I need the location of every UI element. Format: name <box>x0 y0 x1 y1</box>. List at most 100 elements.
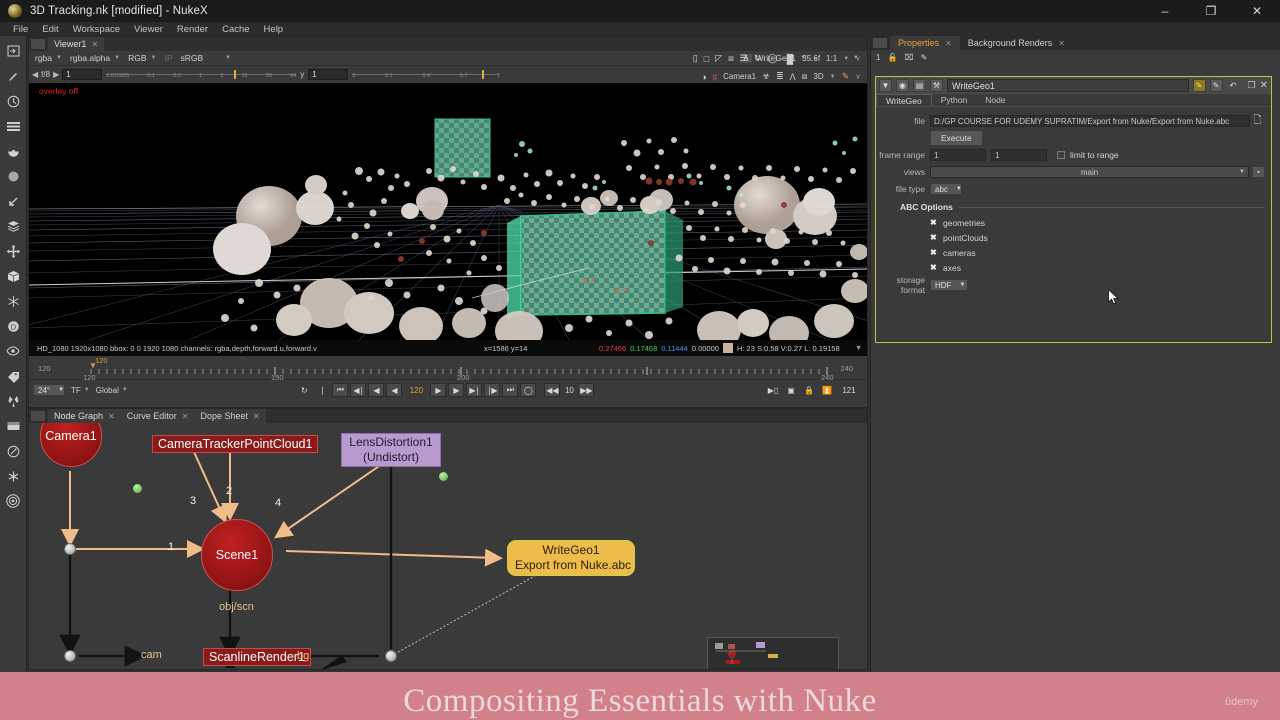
float-panel-icon[interactable]: ❐ <box>1248 80 1256 91</box>
bookmark-icon[interactable]: ☣ <box>762 71 770 82</box>
playback-mode-selector[interactable]: TF ▼ <box>71 386 90 395</box>
help-icon[interactable]: ◉ <box>896 79 909 92</box>
node-name-field[interactable]: WriteGeo1 <box>947 79 1189 92</box>
prev-frame-button[interactable]: ◀ <box>386 383 403 397</box>
chevron-down-icon[interactable]: ▼ <box>830 74 836 80</box>
node-lensdistortion1[interactable]: LensDistortion1 (Undistort) <box>341 433 441 467</box>
menu-edit[interactable]: Edit <box>35 24 65 35</box>
color-b-icon[interactable]: ✎ <box>1209 79 1223 92</box>
wrench-icon[interactable]: ⚒ <box>930 79 943 92</box>
tab-background-renders[interactable]: Background Renders ✕ <box>960 36 1073 50</box>
menu-render[interactable]: Render <box>170 24 215 35</box>
other-icon[interactable] <box>2 415 24 437</box>
key-marker-icon[interactable]: ∣ <box>314 383 330 397</box>
ip-toggle[interactable]: IP <box>161 52 175 64</box>
camera-selector[interactable]: Camera1 <box>723 72 756 81</box>
menu-workspace[interactable]: Workspace <box>66 24 127 35</box>
geometries-checkbox[interactable]: ✖ <box>930 218 940 227</box>
tab-properties[interactable]: Properties ✕ <box>890 36 960 50</box>
in-point-icon[interactable]: ▶▯ <box>765 383 781 397</box>
3d-icon[interactable] <box>2 265 24 287</box>
maximize-button[interactable]: ❐ <box>1188 0 1234 22</box>
pointclouds-checkbox[interactable]: ✖ <box>930 233 940 242</box>
transform-icon[interactable] <box>2 240 24 262</box>
tab-node-graph[interactable]: Node Graph ✕ <box>48 409 121 423</box>
cameras-checkbox[interactable]: ✖ <box>930 248 940 257</box>
fps-selector[interactable]: 24° ▼ <box>33 384 65 396</box>
frame-range-end-input[interactable]: 1 <box>991 149 1047 161</box>
colorspace-selector[interactable]: sRGB ▼ <box>178 52 235 64</box>
ktab-node[interactable]: Node <box>976 94 1014 106</box>
display-mode-selector[interactable]: RGB ▼ <box>125 52 159 64</box>
file-input[interactable]: D:/GP COURSE FOR UDEMY SUPRATIM/Export f… <box>930 115 1250 127</box>
disclosure-icon[interactable]: ▼ <box>879 79 892 92</box>
chevron-down-icon[interactable]: ▼ <box>855 345 862 352</box>
particles-icon[interactable] <box>2 290 24 312</box>
channel-sub-selector[interactable]: rgba.alpha ▼ <box>67 52 123 64</box>
views-icon[interactable] <box>2 340 24 362</box>
node-graph-canvas[interactable]: Camera1 CameraTrackerPointCloud1 LensDis… <box>29 423 867 669</box>
channel-selector[interactable]: rgba ▼ <box>32 52 65 64</box>
pipe-dot-camera-upper[interactable] <box>64 543 76 555</box>
gamma-slider[interactable]: 0 0.1 0.4 0.7 1 <box>352 69 501 80</box>
properties-tab-grip[interactable] <box>873 38 887 48</box>
file-type-selector[interactable]: abc ▼ <box>930 183 962 195</box>
current-frame-field[interactable]: 120 <box>404 383 428 397</box>
layers-icon[interactable]: ☰ <box>740 53 748 64</box>
sync-mode-selector[interactable]: Global ▼ <box>96 386 128 395</box>
ktab-writegeo[interactable]: WriteGeo <box>876 94 932 106</box>
undo-icon[interactable]: ↶ <box>1227 79 1240 92</box>
filter-icon[interactable] <box>2 165 24 187</box>
merge-icon[interactable] <box>2 215 24 237</box>
close-icon[interactable]: ✕ <box>253 412 260 421</box>
play-forward-button[interactable]: ▶ <box>448 383 465 397</box>
tab-dope-sheet[interactable]: Dope Sheet ✕ <box>194 409 266 423</box>
color-a-icon[interactable]: ✎ <box>1192 79 1206 92</box>
lock-icon[interactable]: 🔒 <box>801 383 817 397</box>
keyer-icon[interactable] <box>2 190 24 212</box>
play-to-end-button[interactable]: ▶∣ <box>466 383 483 397</box>
wireframe-icon[interactable]: Λ <box>790 72 796 82</box>
tab-viewer1[interactable]: Viewer1 ✕ <box>48 37 105 51</box>
prev-keyframe-button[interactable]: ◀∣ <box>350 383 367 397</box>
minimize-button[interactable]: – <box>1142 0 1188 22</box>
frame-range-start-input[interactable]: 1 <box>930 149 986 161</box>
wipe-icon[interactable]: ▯ <box>693 53 698 64</box>
expand-icon[interactable]: ⋎ <box>855 72 861 81</box>
tab-curve-editor[interactable]: Curve Editor ✕ <box>120 409 195 423</box>
out-point-icon[interactable]: ▣ <box>783 383 799 397</box>
zoom-level[interactable]: 1:1 <box>826 54 837 63</box>
step-back-button[interactable]: ◀◀ <box>544 383 561 397</box>
properties-count[interactable]: 1 <box>876 53 880 62</box>
time-icon[interactable] <box>2 90 24 112</box>
step-forward-button[interactable]: ▶▶ <box>578 383 595 397</box>
menu-help[interactable]: Help <box>257 24 291 35</box>
close-icon[interactable]: ✕ <box>945 39 952 48</box>
settings-icon[interactable] <box>2 490 24 512</box>
keyframe-icon[interactable]: ▤ <box>913 79 926 92</box>
select-icon[interactable]: ⧈ <box>802 71 808 82</box>
record-button[interactable]: ◯ <box>520 383 537 397</box>
ktab-python[interactable]: Python <box>932 94 976 106</box>
folder-icon[interactable]: 🗋 <box>1250 113 1265 130</box>
next-frame-button[interactable]: ▶ <box>430 383 447 397</box>
viewer-tab-grip[interactable] <box>31 39 45 49</box>
close-button[interactable]: ✕ <box>1234 0 1280 22</box>
clear-icon[interactable]: ⌧ <box>904 53 913 62</box>
axes-checkbox[interactable]: ✖ <box>930 263 940 272</box>
close-icon[interactable]: ✕ <box>1058 39 1065 48</box>
refresh-icon[interactable]: ↻ <box>754 53 762 64</box>
views-selector[interactable]: main ▼ <box>930 166 1249 178</box>
menu-viewer[interactable]: Viewer <box>127 24 170 35</box>
plugin-icon[interactable] <box>2 440 24 462</box>
proxy-icon[interactable]: ◸ <box>715 53 722 64</box>
loop-icon[interactable]: ↻ <box>296 383 312 397</box>
lighting-icon[interactable]: ◑ <box>701 72 706 82</box>
metadata-icon[interactable] <box>2 365 24 387</box>
lock-icon[interactable]: 🔓 <box>887 53 897 62</box>
roi-icon[interactable]: □ <box>704 54 709 64</box>
color-icon[interactable] <box>2 140 24 162</box>
chevron-down-icon[interactable]: ▼ <box>843 56 849 62</box>
node-cameratrackerpointcloud1[interactable]: CameraTrackerPointCloud1 <box>152 435 319 453</box>
gizmo-icon[interactable] <box>2 465 24 487</box>
